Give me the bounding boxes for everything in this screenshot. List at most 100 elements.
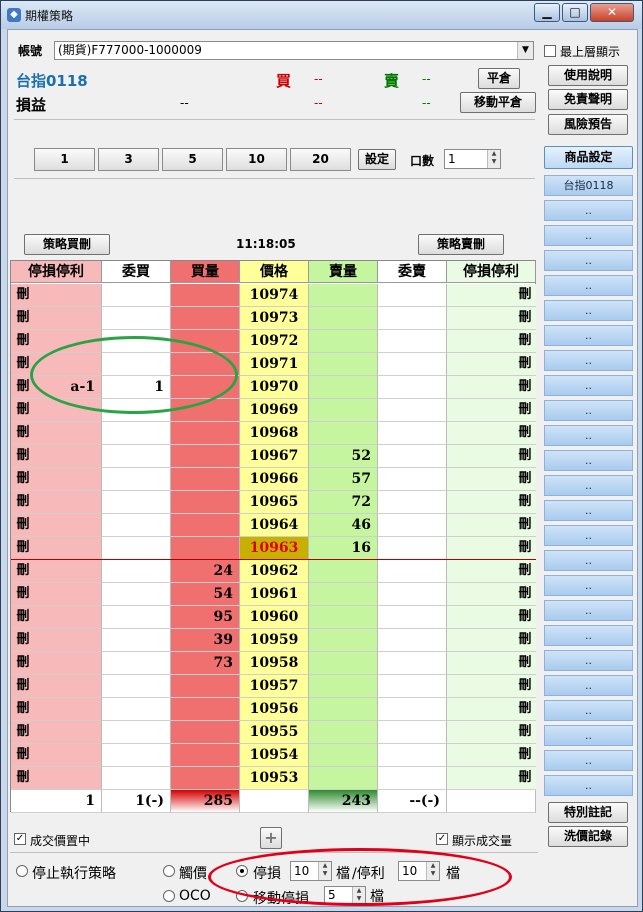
product-item[interactable]: .. xyxy=(544,400,633,421)
grid-cell-bid[interactable]: 1 xyxy=(102,376,171,399)
trailing-stop-stepper[interactable]: 5 ▲ ▼ xyxy=(324,886,366,904)
grid-cell-ask[interactable] xyxy=(378,491,447,514)
delete-buy-button[interactable]: 刪 xyxy=(12,514,34,537)
grid-cell-bid-vol[interactable] xyxy=(171,353,240,376)
delete-buy-button[interactable]: 刪 xyxy=(12,376,34,399)
grid-cell-price[interactable]: 10966 xyxy=(240,468,309,491)
delete-sell-button[interactable]: 刪 xyxy=(514,514,536,537)
grid-cell-bid[interactable] xyxy=(102,422,171,445)
delete-sell-button[interactable]: 刪 xyxy=(514,652,536,675)
special-note-button[interactable]: 特別註記 xyxy=(548,802,628,823)
qty-button-20[interactable]: 20 xyxy=(290,148,351,171)
grid-cell-price[interactable]: 10964 xyxy=(240,514,309,537)
delete-buy-button[interactable]: 刪 xyxy=(12,560,34,583)
grid-cell-bid[interactable] xyxy=(102,698,171,721)
plus-button[interactable]: + xyxy=(260,827,282,849)
product-item[interactable]: .. xyxy=(544,350,633,371)
delete-buy-button[interactable]: 刪 xyxy=(12,721,34,744)
grid-cell-ask-vol[interactable] xyxy=(309,583,378,606)
risk-notice-button[interactable]: 風險預告 xyxy=(548,114,628,135)
grid-cell-bid[interactable] xyxy=(102,560,171,583)
help-button[interactable]: 使用說明 xyxy=(548,65,628,86)
grid-cell-price[interactable]: 10968 xyxy=(240,422,309,445)
grid-cell-ask[interactable] xyxy=(378,330,447,353)
grid-cell-bid-vol[interactable] xyxy=(171,422,240,445)
grid-cell-ask-vol[interactable]: 52 xyxy=(309,445,378,468)
product-item[interactable]: .. xyxy=(544,200,633,221)
grid-cell-bid-vol[interactable] xyxy=(171,721,240,744)
grid-cell-ask[interactable] xyxy=(378,629,447,652)
grid-cell-bid[interactable] xyxy=(102,307,171,330)
grid-cell-bid-vol[interactable]: 73 xyxy=(171,652,240,675)
delete-buy-button[interactable]: 刪 xyxy=(12,330,34,353)
trailing-stop-radio[interactable] xyxy=(236,890,248,902)
product-item[interactable]: .. xyxy=(544,225,633,246)
product-item[interactable]: 台指0118 xyxy=(544,175,633,196)
grid-cell-ask[interactable] xyxy=(378,376,447,399)
grid-cell-bid[interactable] xyxy=(102,744,171,767)
grid-cell-ask[interactable] xyxy=(378,721,447,744)
stop-loss-radio[interactable] xyxy=(236,865,248,877)
delete-sell-button[interactable]: 刪 xyxy=(514,767,536,790)
delete-sell-button[interactable]: 刪 xyxy=(514,721,536,744)
grid-cell-price[interactable]: 10955 xyxy=(240,721,309,744)
grid-cell-price[interactable]: 10970 xyxy=(240,376,309,399)
wash-record-button[interactable]: 洗價記錄 xyxy=(548,826,628,847)
qty-button-1[interactable]: 1 xyxy=(34,148,95,171)
grid-cell-bid[interactable] xyxy=(102,491,171,514)
spin-arrows-icon[interactable]: ▲ ▼ xyxy=(318,862,331,880)
show-volume-checkbox[interactable]: ✓ xyxy=(436,833,448,845)
delete-sell-button[interactable]: 刪 xyxy=(514,422,536,445)
grid-cell-ask-vol[interactable] xyxy=(309,744,378,767)
grid-cell-ask[interactable] xyxy=(378,353,447,376)
grid-cell-ask-vol[interactable] xyxy=(309,307,378,330)
delete-sell-button[interactable]: 刪 xyxy=(514,744,536,767)
product-item[interactable]: .. xyxy=(544,575,633,596)
delete-buy-button[interactable]: 刪 xyxy=(12,629,34,652)
delete-buy-button[interactable]: 刪 xyxy=(12,606,34,629)
delete-buy-button[interactable]: 刪 xyxy=(12,491,34,514)
product-item[interactable]: .. xyxy=(544,475,633,496)
delete-buy-button[interactable]: 刪 xyxy=(12,468,34,491)
delete-sell-button[interactable]: 刪 xyxy=(514,537,536,560)
grid-cell-bid-vol[interactable] xyxy=(171,514,240,537)
product-item[interactable]: .. xyxy=(544,775,633,796)
grid-cell-price[interactable]: 10953 xyxy=(240,767,309,790)
delete-sell-button[interactable]: 刪 xyxy=(514,675,536,698)
grid-cell-price[interactable]: 10956 xyxy=(240,698,309,721)
product-setting-button[interactable]: 商品設定 xyxy=(544,146,633,169)
grid-cell-price[interactable]: 10974 xyxy=(240,284,309,307)
delete-buy-button[interactable]: 刪 xyxy=(12,767,34,790)
grid-cell-price[interactable]: 10969 xyxy=(240,399,309,422)
delete-buy-button[interactable]: 刪 xyxy=(12,422,34,445)
minimize-button[interactable]: ▁ xyxy=(534,3,560,22)
move-flat-button[interactable]: 移動平倉 xyxy=(460,92,536,113)
grid-cell-ask-vol[interactable] xyxy=(309,353,378,376)
grid-cell-ask-vol[interactable] xyxy=(309,560,378,583)
grid-cell-bid[interactable] xyxy=(102,629,171,652)
product-item[interactable]: .. xyxy=(544,325,633,346)
take-profit-stepper[interactable]: 10 ▲ ▼ xyxy=(398,861,440,881)
spin-arrows-icon[interactable]: ▲ ▼ xyxy=(487,150,500,168)
topmost-checkbox[interactable] xyxy=(544,45,556,57)
grid-cell-ask-vol[interactable]: 46 xyxy=(309,514,378,537)
grid-cell-bid[interactable] xyxy=(102,606,171,629)
account-select[interactable]: (期貨)F777000-1000009 ▼ xyxy=(54,41,534,60)
grid-cell-bid[interactable] xyxy=(102,468,171,491)
grid-cell-bid-vol[interactable] xyxy=(171,491,240,514)
grid-cell-ask[interactable] xyxy=(378,767,447,790)
grid-cell-bid-vol[interactable]: 39 xyxy=(171,629,240,652)
grid-cell-ask-vol[interactable]: 72 xyxy=(309,491,378,514)
delete-sell-button[interactable]: 刪 xyxy=(514,560,536,583)
delete-buy-button[interactable]: 刪 xyxy=(12,675,34,698)
delete-buy-button[interactable]: 刪 xyxy=(12,537,34,560)
maximize-button[interactable]: □ xyxy=(562,3,588,22)
grid-cell-bid[interactable] xyxy=(102,767,171,790)
grid-cell-ask[interactable] xyxy=(378,399,447,422)
set-button[interactable]: 設定 xyxy=(358,149,396,170)
delete-buy-button[interactable]: 刪 xyxy=(12,445,34,468)
product-item[interactable]: .. xyxy=(544,300,633,321)
stop-loss-stepper[interactable]: 10 ▲ ▼ xyxy=(290,861,332,881)
grid-cell-bid-vol[interactable] xyxy=(171,698,240,721)
product-item[interactable]: .. xyxy=(544,750,633,771)
